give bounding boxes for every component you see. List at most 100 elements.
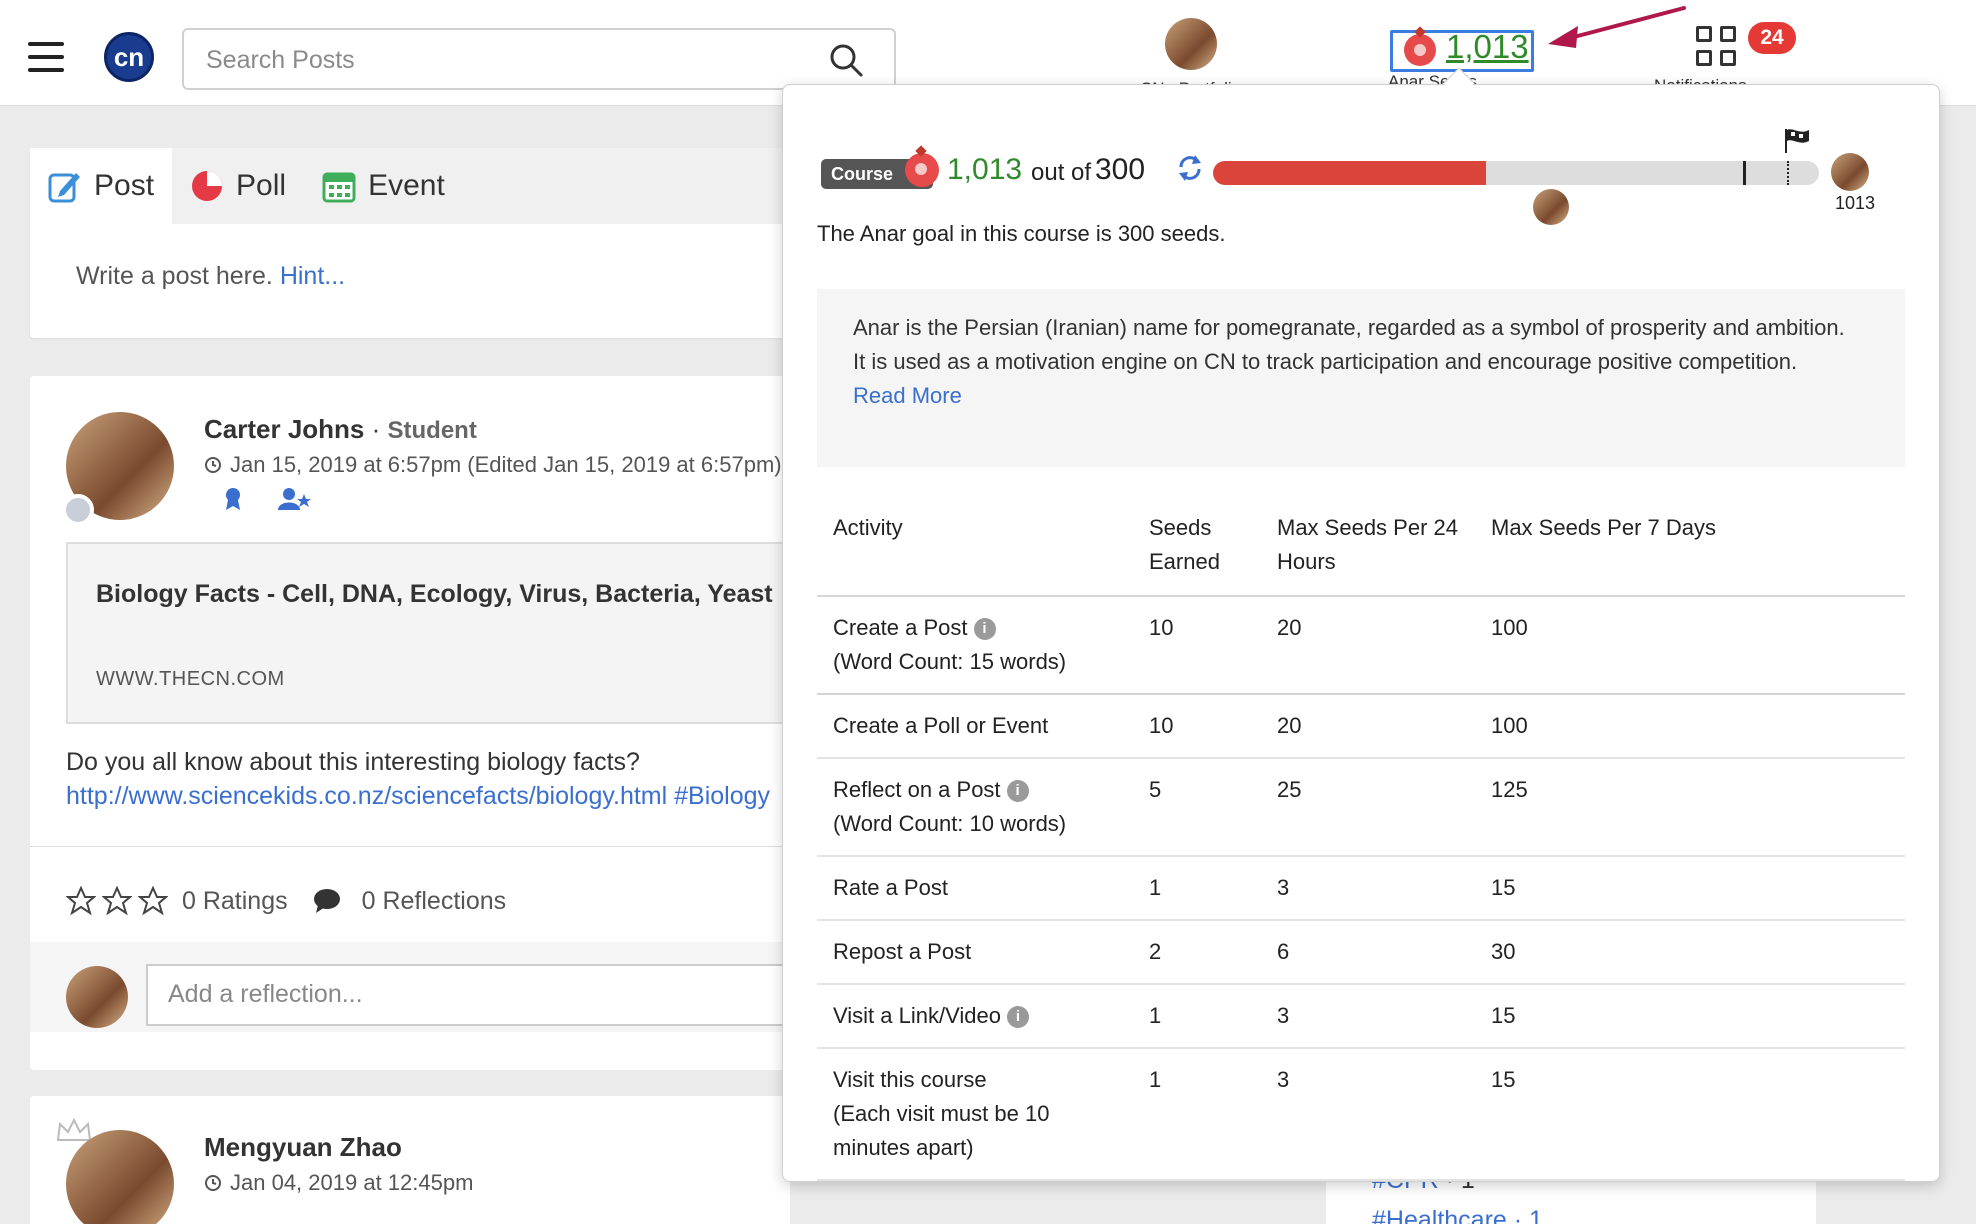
col-max-7d: Max Seeds Per 7 Days xyxy=(1491,515,1716,540)
award-ribbon-icon[interactable] xyxy=(220,486,246,512)
info-icon[interactable]: i xyxy=(1006,780,1029,802)
activity-cell: Rate a Post xyxy=(817,856,1133,920)
status-dot xyxy=(62,494,94,526)
post-body: Do you all know about this interesting b… xyxy=(66,748,640,776)
activity-cell: Repost a Post xyxy=(817,920,1133,984)
anar-seeds-count[interactable]: 1,013 xyxy=(1446,28,1529,66)
col-activity: Activity xyxy=(833,515,903,540)
activity-name: Reflect on a Post xyxy=(833,777,1001,802)
clock-icon xyxy=(205,457,221,473)
seeds-earned-cell: 10 xyxy=(1149,615,1174,640)
max-24h-cell: 3 xyxy=(1277,1003,1290,1028)
search-icon[interactable] xyxy=(828,42,864,78)
anar-seeds-popover: Course 1,013 out of 300 1013 The Anar go… xyxy=(782,84,1940,1182)
seeds-earned: 1,013 xyxy=(947,153,1023,186)
out-of-text: out of xyxy=(1031,159,1092,186)
composer-prompt[interactable]: Write a post here. Hint... xyxy=(76,262,345,291)
post-card: Mengyuan Zhao Jan 04, 2019 at 12:45pm xyxy=(30,1096,790,1224)
reflection-input[interactable] xyxy=(168,980,668,1009)
info-text: Anar is the Persian (Iranian) name for p… xyxy=(853,315,1845,374)
seeds-earned-cell: 1 xyxy=(1149,875,1162,900)
tab-post[interactable]: Post xyxy=(30,148,173,224)
user-progress-avatar xyxy=(1533,189,1569,225)
post-composer: Post Poll Event Write a post here. Hint.… xyxy=(30,148,790,338)
star-icon[interactable] xyxy=(138,886,168,916)
activity-cell: Visit this course (Each visit must be 10 … xyxy=(817,1048,1133,1180)
hint-link[interactable]: Hint... xyxy=(280,262,345,290)
activity-cell: Create a Post i (Word Count: 15 words) xyxy=(817,596,1133,694)
annotation-arrow-icon xyxy=(1548,6,1686,48)
reflection-box xyxy=(146,964,790,1026)
user-avatar xyxy=(1164,18,1217,70)
refresh-icon[interactable] xyxy=(1175,153,1205,183)
seeds-earned-cell: 5 xyxy=(1149,777,1162,802)
table-row: Repost a Post 2 6 30 xyxy=(817,920,1905,984)
ratings-count[interactable]: 0 Ratings xyxy=(182,887,288,916)
star-icon[interactable] xyxy=(66,886,96,916)
activity-cell: Reflect on a Post i (Word Count: 10 words) xyxy=(817,758,1133,856)
cn-logo[interactable]: cn xyxy=(104,32,154,82)
table-row: Rate a Post 1 3 15 xyxy=(817,856,1905,920)
composer-prompt-text: Write a post here. xyxy=(76,262,273,290)
table-row: Visit a Link/Video i 1 3 15 xyxy=(817,984,1905,1048)
search-input[interactable] xyxy=(206,44,786,76)
author-name[interactable]: Mengyuan Zhao xyxy=(204,1132,402,1163)
link-title[interactable]: Biology Facts - Cell, DNA, Ecology, Viru… xyxy=(96,580,773,609)
search-bar xyxy=(182,28,896,90)
post-author: Carter Johns · Student xyxy=(204,414,477,444)
activity-note: (Word Count: 15 words) xyxy=(833,649,1067,674)
author-name[interactable]: Carter Johns xyxy=(204,414,364,444)
activity-note: (Word Count: 10 words) xyxy=(833,811,1067,836)
leader-seeds: 1013 xyxy=(1835,193,1876,213)
table-header-row: Activity Seeds Earned Max Seeds Per 24 H… xyxy=(817,497,1905,596)
table-row: Visit this course (Each visit must be 10 … xyxy=(817,1048,1905,1180)
max-7d-cell: 15 xyxy=(1491,1003,1516,1028)
max-24h-cell: 20 xyxy=(1277,615,1302,640)
link-preview-card[interactable]: Biology Facts - Cell, DNA, Ecology, Viru… xyxy=(66,542,790,724)
activity-name: Visit a Link/Video xyxy=(833,1003,1001,1028)
grid-icon[interactable] xyxy=(1696,26,1738,68)
seeds-goal: 300 xyxy=(1095,153,1146,186)
user-star-icon[interactable] xyxy=(278,486,312,512)
max-24h-cell: 6 xyxy=(1277,939,1290,964)
composer-tabs: Post Poll Event xyxy=(30,148,790,224)
activity-name: Rate a Post xyxy=(833,875,948,900)
notifications-badge: 24 xyxy=(1748,22,1796,54)
pomegranate-icon xyxy=(1404,34,1436,66)
max-7d-cell: 30 xyxy=(1491,939,1516,964)
star-icon[interactable] xyxy=(102,886,132,916)
menu-icon[interactable] xyxy=(28,42,64,74)
activity-name: Visit this course xyxy=(833,1067,987,1092)
timestamp-text: Jan 04, 2019 at 12:45pm xyxy=(230,1170,474,1195)
read-more-link[interactable]: Read More xyxy=(853,383,962,408)
anar-info-text: Anar is the Persian (Iranian) name for p… xyxy=(853,311,1853,413)
info-icon[interactable]: i xyxy=(973,618,996,640)
tab-post-label: Post xyxy=(94,169,155,202)
activity-name: Create a Post xyxy=(833,615,968,640)
goal-marker xyxy=(1787,161,1789,185)
seeds-earned-cell: 2 xyxy=(1149,939,1162,964)
info-icon[interactable]: i xyxy=(1006,1006,1029,1028)
tab-poll[interactable]: Poll xyxy=(172,148,304,224)
timestamp-text: Jan 15, 2019 at 6:57pm (Edited Jan 15, 2… xyxy=(230,452,782,477)
post-timestamp: Jan 15, 2019 at 6:57pm (Edited Jan 15, 2… xyxy=(204,452,782,478)
post-timestamp: Jan 04, 2019 at 12:45pm xyxy=(204,1170,473,1196)
col-seeds-earned: Seeds Earned xyxy=(1149,515,1220,574)
author-badges xyxy=(220,486,312,517)
tab-event[interactable]: Event xyxy=(304,148,463,224)
tag-link[interactable]: #Healthcare · 1 xyxy=(1372,1206,1543,1224)
post-card: Carter Johns · Student Jan 15, 2019 at 6… xyxy=(30,376,790,1070)
activity-cell: Create a Poll or Event xyxy=(817,694,1133,758)
seeds-progress-bar xyxy=(1213,161,1819,185)
activity-table: Activity Seeds Earned Max Seeds Per 24 H… xyxy=(817,497,1905,1181)
activity-note: (Each visit must be 10 minutes apart) xyxy=(833,1101,1050,1160)
leader-avatar xyxy=(1831,153,1869,191)
divider xyxy=(30,846,790,847)
tab-event-label: Event xyxy=(368,169,445,202)
author-role: Student xyxy=(387,417,477,444)
activity-cell: Visit a Link/Video i xyxy=(817,984,1133,1048)
author-avatar[interactable] xyxy=(66,1130,174,1224)
star-rating[interactable] xyxy=(66,886,168,916)
reflections-count[interactable]: 0 Reflections xyxy=(362,887,507,916)
post-url-link[interactable]: http://www.sciencekids.co.nz/sciencefact… xyxy=(66,782,770,811)
